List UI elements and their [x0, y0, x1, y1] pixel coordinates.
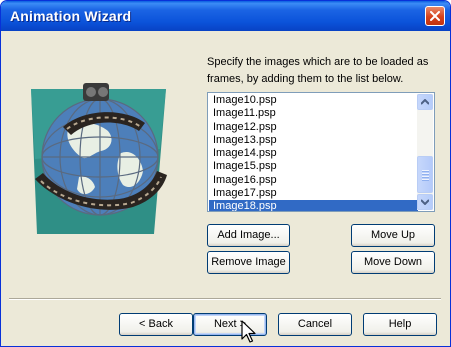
scroll-down-button[interactable] — [417, 194, 433, 210]
vertical-scrollbar[interactable] — [417, 94, 433, 210]
list-item-selected[interactable]: Image18.psp — [209, 200, 418, 211]
frames-list: Image10.psp Image11.psp Image12.psp Imag… — [209, 94, 418, 211]
list-item[interactable]: Image17.psp — [209, 187, 418, 200]
title-bar[interactable]: Animation Wizard — [1, 1, 450, 31]
back-button[interactable]: < Back — [119, 313, 193, 336]
thumb-grip — [422, 173, 429, 175]
chevron-down-icon — [421, 199, 429, 205]
list-item[interactable]: Image12.psp — [209, 121, 418, 134]
add-image-button[interactable]: Add Image... — [207, 224, 290, 247]
move-down-button[interactable]: Move Down — [351, 251, 435, 274]
divider — [9, 298, 441, 300]
list-item[interactable]: Image15.psp — [209, 160, 418, 173]
window-title: Animation Wizard — [10, 8, 132, 24]
mouse-pointer-icon — [241, 320, 256, 343]
list-item[interactable]: Image10.psp — [209, 94, 418, 107]
wizard-window: Animation Wizard Specify the images whic… — [0, 0, 451, 347]
close-button[interactable] — [425, 6, 445, 26]
thumb-grip — [422, 170, 429, 172]
close-icon — [430, 11, 440, 21]
list-item[interactable]: Image14.psp — [209, 147, 418, 160]
thumb-grip — [422, 179, 429, 181]
list-item[interactable]: Image11.psp — [209, 107, 418, 120]
instructions-text: Specify the images which are to be loade… — [207, 56, 429, 85]
help-button[interactable]: Help — [363, 313, 437, 336]
globe-film-reel-icon — [31, 83, 167, 234]
frames-listbox[interactable]: Image10.psp Image11.psp Image12.psp Imag… — [207, 92, 435, 212]
remove-image-button[interactable]: Remove Image — [207, 251, 290, 274]
list-item[interactable]: Image13.psp — [209, 134, 418, 147]
move-up-button[interactable]: Move Up — [351, 224, 435, 247]
thumb-grip — [422, 176, 429, 178]
scroll-up-button[interactable] — [417, 94, 433, 110]
cancel-button[interactable]: Cancel — [278, 313, 352, 336]
list-item[interactable]: Image16.psp — [209, 174, 418, 187]
chevron-up-icon — [421, 99, 429, 105]
scroll-thumb[interactable] — [417, 156, 433, 193]
